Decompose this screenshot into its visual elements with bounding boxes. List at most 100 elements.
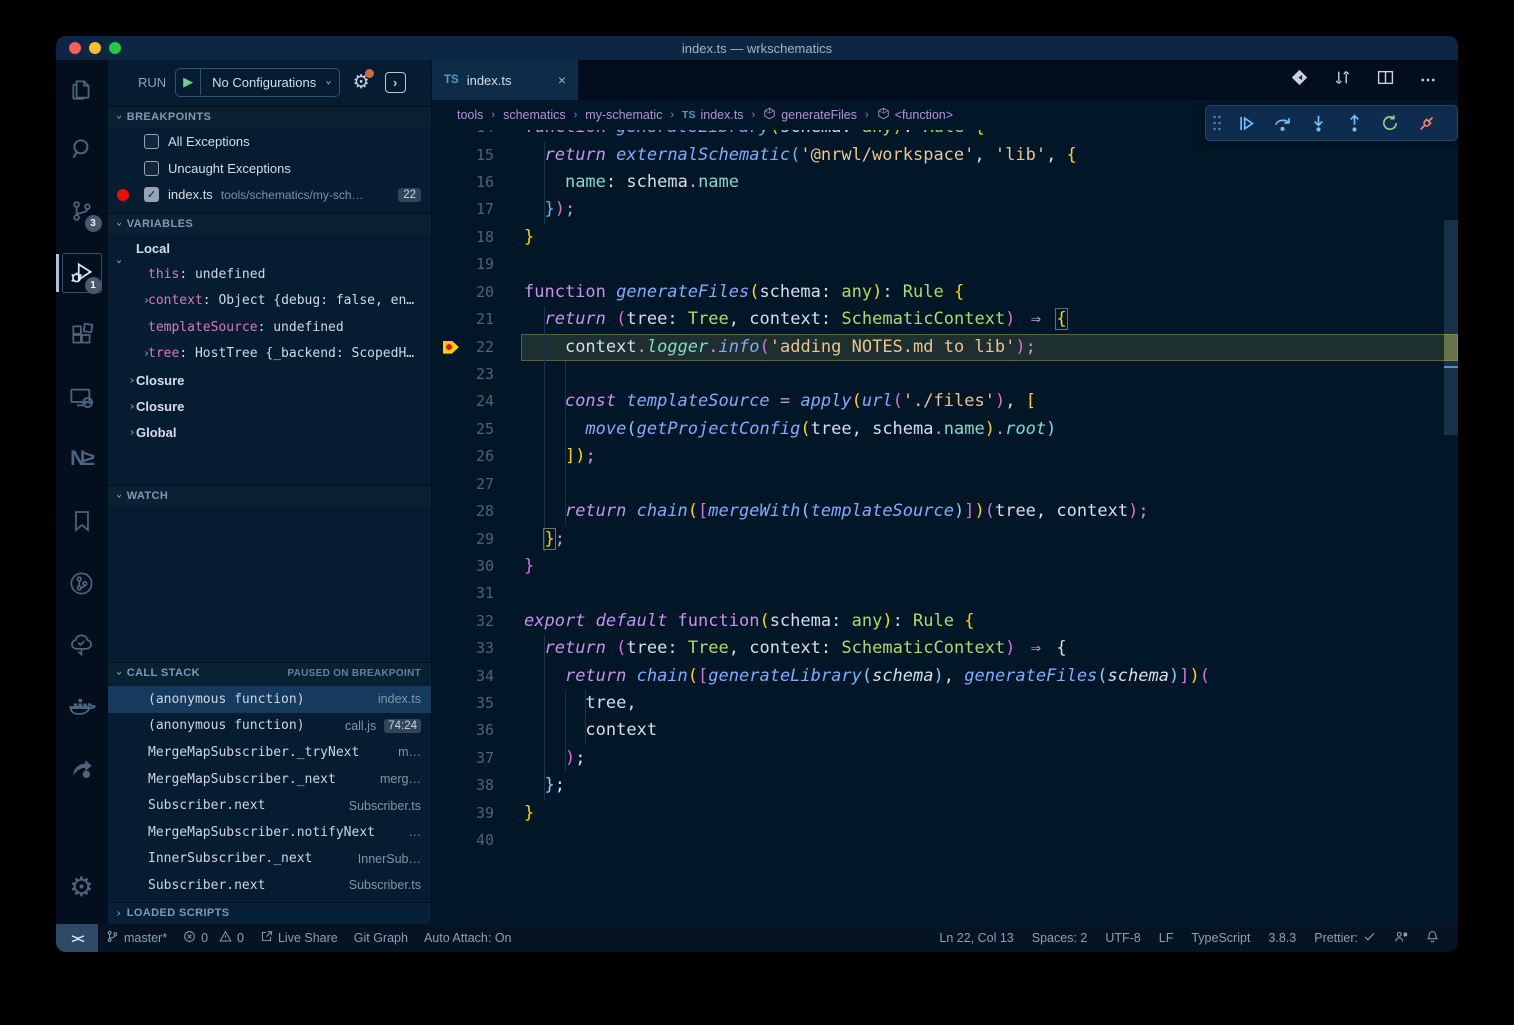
explorer-icon[interactable] bbox=[56, 60, 108, 118]
line-number[interactable]: 35 bbox=[432, 690, 494, 717]
code-line-25[interactable]: 25 move(getProjectConfig(tree, schema.na… bbox=[432, 416, 1458, 443]
line-number[interactable]: 23 bbox=[432, 361, 494, 388]
docker-icon[interactable] bbox=[56, 676, 108, 738]
close-tab-icon[interactable]: × bbox=[558, 72, 566, 88]
continue-icon[interactable] bbox=[1228, 106, 1264, 140]
code-line-26[interactable]: 26 ]); bbox=[432, 443, 1458, 470]
status-item[interactable]: Prettier: bbox=[1305, 930, 1385, 946]
line-number[interactable]: 34 bbox=[432, 663, 494, 690]
code-line-39[interactable]: 39} bbox=[432, 800, 1458, 827]
breakpoint-item[interactable]: Uncaught Exceptions bbox=[108, 155, 431, 182]
compare-changes-icon[interactable] bbox=[1334, 69, 1351, 91]
code-line-17[interactable]: 17 }); bbox=[432, 196, 1458, 223]
line-number[interactable]: 17 bbox=[432, 196, 494, 223]
status-item[interactable]: 3.8.3 bbox=[1259, 931, 1305, 945]
variable-scope-row[interactable]: ›Global bbox=[108, 420, 431, 446]
call-stack-frame[interactable]: Subscriber.nextSubscriber.ts bbox=[108, 872, 431, 899]
code-line-33[interactable]: 33 return (tree: Tree, context: Schemati… bbox=[432, 635, 1458, 662]
call-stack-frame[interactable]: InnerSubscriber._nextInnerSub… bbox=[108, 846, 431, 873]
status-item[interactable]: Git Graph bbox=[346, 931, 416, 945]
code-line-31[interactable]: 31 bbox=[432, 580, 1458, 607]
source-control-icon[interactable]: 3 bbox=[56, 180, 108, 242]
git-graph-icon[interactable] bbox=[56, 552, 108, 614]
line-number[interactable]: 25 bbox=[432, 416, 494, 443]
step-into-icon[interactable] bbox=[1300, 106, 1336, 140]
test-tree-icon[interactable] bbox=[56, 614, 108, 676]
project-share-icon[interactable] bbox=[56, 738, 108, 800]
open-changes-icon[interactable] bbox=[1291, 69, 1308, 91]
status-item[interactable]: UTF-8 bbox=[1096, 931, 1149, 945]
run-debug-icon[interactable]: 1 bbox=[56, 242, 108, 304]
breadcrumb-item[interactable]: generateFiles bbox=[763, 107, 857, 123]
variable-scope-row[interactable]: ›Closure bbox=[108, 393, 431, 419]
variables-header[interactable]: › VARIABLES bbox=[108, 213, 431, 234]
configure-gear-icon[interactable]: ⚙ bbox=[353, 71, 370, 94]
scrollbar-thumb[interactable] bbox=[1444, 220, 1458, 435]
watch-header[interactable]: › WATCH bbox=[108, 485, 431, 506]
code-line-18[interactable]: 18} bbox=[432, 224, 1458, 251]
more-actions-icon[interactable]: ⋯ bbox=[1420, 70, 1438, 90]
line-number[interactable]: 19 bbox=[432, 251, 494, 278]
code-line-21[interactable]: 21 return (tree: Tree, context: Schemati… bbox=[432, 306, 1458, 333]
code-line-38[interactable]: 38 }; bbox=[432, 772, 1458, 799]
loaded-scripts-header[interactable]: › LOADED SCRIPTS bbox=[108, 902, 431, 923]
code-line-28[interactable]: 28 return chain([mergeWith(templateSourc… bbox=[432, 498, 1458, 525]
call-stack-frame[interactable]: Subscriber.nextSubscriber.ts bbox=[108, 792, 431, 819]
status-item[interactable]: master* bbox=[98, 930, 175, 946]
disconnect-icon[interactable] bbox=[1408, 106, 1444, 140]
line-number[interactable]: 40 bbox=[432, 827, 494, 854]
variable-scope-row[interactable]: ›Closure bbox=[108, 367, 431, 393]
breakpoint-checkbox[interactable]: ✓ bbox=[144, 187, 159, 202]
step-over-icon[interactable] bbox=[1264, 106, 1300, 140]
launch-config-dropdown[interactable]: ▶ No Configurations › bbox=[175, 68, 339, 97]
extensions-icon[interactable] bbox=[56, 304, 108, 366]
code-line-15[interactable]: 15 return externalSchematic('@nrwl/works… bbox=[432, 142, 1458, 169]
status-item[interactable]: Spaces: 2 bbox=[1023, 931, 1097, 945]
code-line-29[interactable]: 29 }; bbox=[432, 526, 1458, 553]
code-line-23[interactable]: 23 bbox=[432, 361, 1458, 388]
call-stack-frame[interactable]: (anonymous function)call.js74:24 bbox=[108, 713, 431, 740]
variable-row[interactable]: ›tree: HostTree {_backend: ScopedH… bbox=[108, 341, 431, 367]
nx-console-icon[interactable]: N≥ bbox=[56, 428, 108, 490]
line-number[interactable]: 30 bbox=[432, 553, 494, 580]
tab-index-ts[interactable]: TS index.ts × bbox=[432, 60, 578, 100]
line-number[interactable]: 24 bbox=[432, 388, 494, 415]
call-stack-frame[interactable]: (anonymous function)index.ts bbox=[108, 686, 431, 713]
status-item[interactable]: Live Share bbox=[252, 930, 346, 946]
status-item[interactable] bbox=[1417, 930, 1448, 946]
line-number[interactable]: 22 bbox=[432, 334, 494, 361]
code-area[interactable]: 14function generateLibrary(schema: any):… bbox=[432, 114, 1458, 854]
bookmarks-icon[interactable] bbox=[56, 490, 108, 552]
breadcrumb-item[interactable]: tools bbox=[457, 108, 483, 122]
toolbar-drag-handle[interactable] bbox=[1206, 106, 1228, 140]
variable-row[interactable]: templateSource: undefined bbox=[108, 314, 431, 340]
minimize-window-button[interactable] bbox=[89, 42, 101, 54]
breakpoint-checkbox[interactable] bbox=[144, 134, 159, 149]
code-line-32[interactable]: 32export default function(schema: any): … bbox=[432, 608, 1458, 635]
call-stack-header[interactable]: › CALL STACK PAUSED ON BREAKPOINT bbox=[108, 662, 431, 683]
line-number[interactable]: 15 bbox=[432, 142, 494, 169]
remote-indicator[interactable]: >< bbox=[56, 924, 98, 952]
code-line-35[interactable]: 35 tree, bbox=[432, 690, 1458, 717]
line-number[interactable]: 18 bbox=[432, 224, 494, 251]
line-number[interactable]: 29 bbox=[432, 526, 494, 553]
line-number[interactable]: 32 bbox=[432, 608, 494, 635]
line-number[interactable]: 20 bbox=[432, 279, 494, 306]
step-out-icon[interactable] bbox=[1336, 106, 1372, 140]
remote-explorer-icon[interactable] bbox=[56, 366, 108, 428]
restart-icon[interactable] bbox=[1372, 106, 1408, 140]
code-line-37[interactable]: 37 ); bbox=[432, 745, 1458, 772]
code-line-30[interactable]: 30} bbox=[432, 553, 1458, 580]
status-item[interactable]: 00 bbox=[175, 930, 252, 946]
breadcrumb-item[interactable]: my-schematic bbox=[585, 108, 662, 122]
code-line-40[interactable]: 40 bbox=[432, 827, 1458, 854]
status-item[interactable] bbox=[1385, 930, 1417, 947]
status-item[interactable]: LF bbox=[1150, 931, 1183, 945]
call-stack-frame[interactable]: MergeMapSubscriber.notifyNext… bbox=[108, 819, 431, 846]
line-number[interactable]: 33 bbox=[432, 635, 494, 662]
line-number[interactable]: 28 bbox=[432, 498, 494, 525]
breakpoint-item[interactable]: All Exceptions bbox=[108, 128, 431, 155]
code-line-36[interactable]: 36 context bbox=[432, 717, 1458, 744]
status-item[interactable]: TypeScript bbox=[1182, 931, 1259, 945]
breadcrumb-item[interactable]: schematics bbox=[503, 108, 566, 122]
